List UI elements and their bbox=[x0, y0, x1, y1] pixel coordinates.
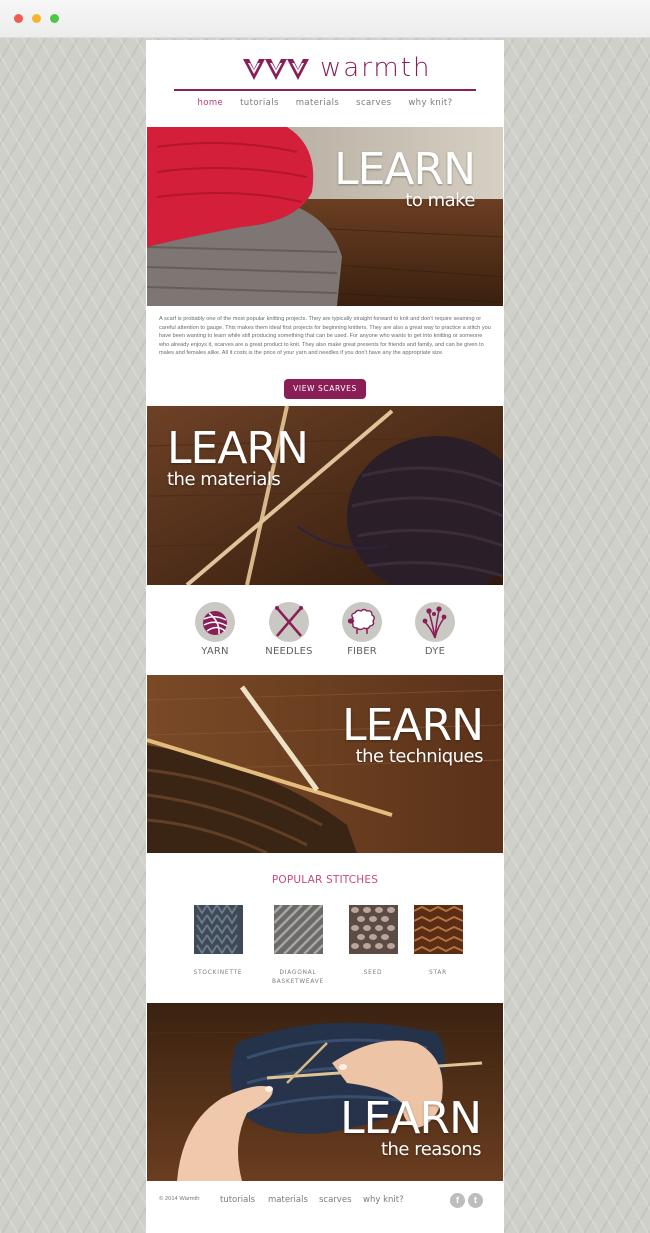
hero-learn-reasons: LEARN the reasons bbox=[147, 1003, 503, 1181]
crossed-needles-icon bbox=[269, 602, 309, 642]
twitter-icon[interactable]: t bbox=[468, 1193, 483, 1208]
nav-scarves[interactable]: scarves bbox=[356, 98, 391, 108]
hero-heading: LEARN bbox=[342, 700, 484, 751]
nav-tutorials[interactable]: tutorials bbox=[240, 98, 279, 108]
material-yarn[interactable]: YARN bbox=[185, 602, 245, 657]
stitch-stockinette[interactable]: STOCKINETTE bbox=[183, 904, 253, 978]
intro-paragraph: A scarf is probably one of the most popu… bbox=[159, 316, 491, 357]
view-scarves-button[interactable]: VIEW SCARVES bbox=[284, 379, 366, 399]
hero-caption: LEARN the materials bbox=[167, 423, 309, 490]
maximize-window-button[interactable] bbox=[50, 14, 59, 23]
material-label: DYE bbox=[424, 646, 446, 657]
basketweave-swatch bbox=[272, 904, 324, 955]
stitch-diagonal-basketweave[interactable]: DIAGONAL BASKETWEAVE bbox=[263, 904, 333, 987]
site-footer: © 2014 Warmth tutorials materials scarve… bbox=[146, 1190, 504, 1233]
minimize-window-button[interactable] bbox=[32, 14, 41, 23]
hero-caption: LEARN to make bbox=[334, 144, 476, 211]
popular-stitches-title: POPULAR STITCHES bbox=[271, 874, 379, 886]
material-fiber[interactable]: FIBER bbox=[332, 602, 392, 657]
seed-swatch bbox=[348, 905, 398, 954]
stitch-label: STAR bbox=[429, 970, 447, 976]
facebook-icon[interactable]: f bbox=[450, 1193, 465, 1208]
hero-heading: LEARN bbox=[340, 1093, 482, 1144]
copyright: © 2014 Warmth bbox=[159, 1196, 200, 1202]
hero-caption: LEARN the techniques bbox=[342, 700, 484, 767]
material-label: FIBER bbox=[347, 646, 377, 657]
stitch-label: STOCKINETTE bbox=[193, 970, 243, 976]
stockinette-swatch bbox=[193, 904, 243, 955]
hero-heading: LEARN bbox=[334, 144, 476, 195]
hero-learn-materials: LEARN the materials bbox=[147, 406, 503, 585]
brand-name[interactable]: warmth bbox=[320, 53, 431, 83]
yarn-ball-icon bbox=[195, 602, 235, 642]
material-dye[interactable]: DYE bbox=[405, 602, 465, 657]
footer-link-why-knit[interactable]: why knit? bbox=[363, 1195, 404, 1205]
footer-link-scarves[interactable]: scarves bbox=[319, 1195, 352, 1205]
stitch-star[interactable]: STAR bbox=[403, 905, 473, 978]
main-nav: home tutorials materials scarves why kni… bbox=[146, 97, 504, 108]
nav-home[interactable]: home bbox=[197, 98, 223, 108]
page-container: warmth home tutorials materials scarves … bbox=[146, 40, 504, 1233]
nav-why-knit[interactable]: why knit? bbox=[408, 98, 452, 108]
material-needles[interactable]: NEEDLES bbox=[259, 602, 319, 657]
hero-subheading: the techniques bbox=[355, 746, 484, 767]
hero-learn-techniques: LEARN the techniques bbox=[147, 675, 503, 853]
logo-mark-icon[interactable] bbox=[243, 57, 309, 81]
stitch-label: DIAGONAL BASKETWEAVE bbox=[271, 970, 325, 985]
stitch-label: SEED bbox=[363, 970, 383, 976]
sheep-icon bbox=[342, 602, 382, 642]
star-swatch bbox=[413, 905, 463, 954]
footer-link-tutorials[interactable]: tutorials bbox=[220, 1195, 255, 1205]
close-window-button[interactable] bbox=[14, 14, 23, 23]
material-label: YARN bbox=[201, 646, 229, 657]
site-header: warmth home tutorials materials scarves … bbox=[146, 40, 504, 118]
flowers-icon bbox=[415, 602, 455, 642]
hero-caption: LEARN the reasons bbox=[340, 1093, 482, 1160]
material-label: NEEDLES bbox=[265, 646, 313, 657]
header-divider bbox=[174, 89, 476, 91]
browser-chrome bbox=[0, 0, 650, 38]
nav-materials[interactable]: materials bbox=[296, 98, 340, 108]
stitch-seed[interactable]: SEED bbox=[338, 905, 408, 978]
hero-heading: LEARN bbox=[167, 423, 309, 474]
footer-link-materials[interactable]: materials bbox=[268, 1195, 308, 1205]
hero-learn-to-make: LEARN to make bbox=[147, 127, 503, 306]
